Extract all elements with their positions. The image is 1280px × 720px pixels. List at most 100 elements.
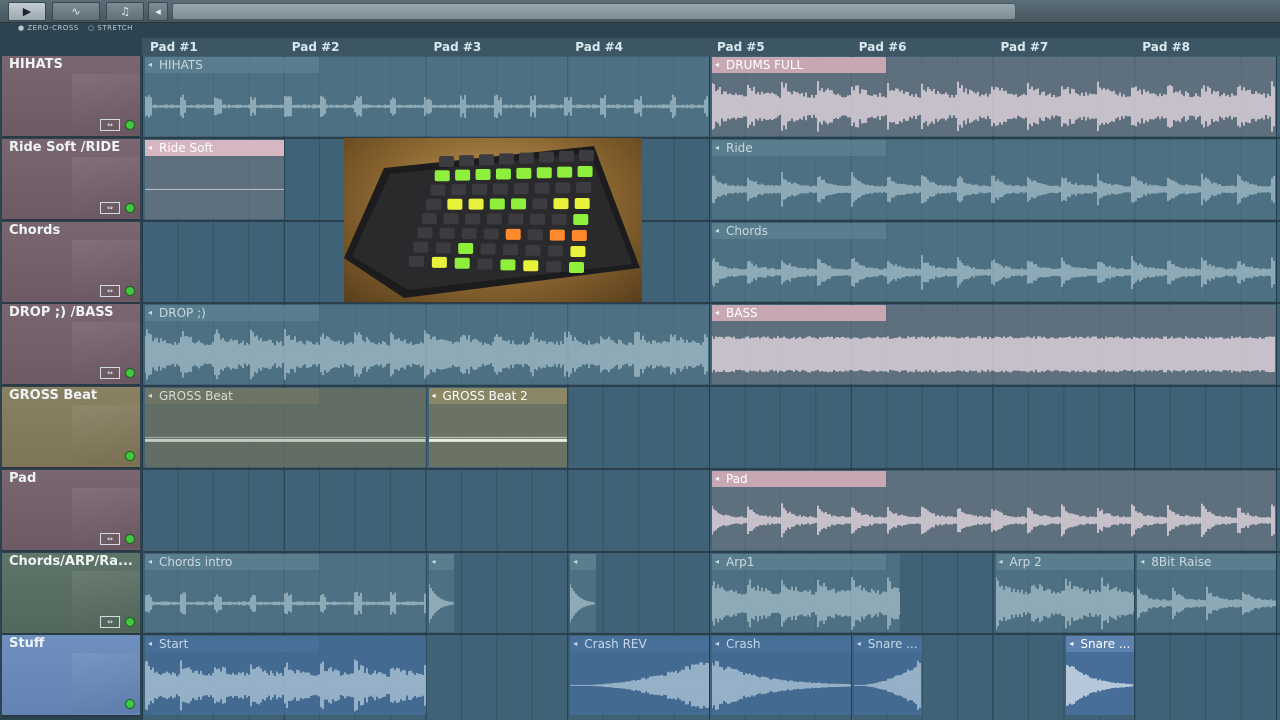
track-mute-led-icon[interactable]: [125, 202, 135, 213]
ruler-pad-4: Pad #4: [575, 40, 623, 54]
launchpad-pad: [571, 230, 587, 241]
scroll-left-button[interactable]: ◂: [148, 2, 168, 21]
track-mute-led-icon[interactable]: [125, 451, 135, 461]
clip-chords-intro[interactable]: Chords intro ◂: [145, 553, 426, 633]
clip-snare[interactable]: Snare ... ◂: [1066, 636, 1135, 715]
ruler-pad-5: Pad #5: [717, 40, 765, 54]
launchpad-pad: [519, 152, 534, 164]
clip-menu-icon[interactable]: ◂: [1069, 639, 1073, 648]
clip-waveform: [712, 254, 1275, 290]
track-header-arp[interactable]: Chords/ARP/Ra... ⇔: [2, 552, 140, 635]
track-header-drop[interactable]: DROP ;) /BASS ⇔: [2, 304, 140, 387]
lane-separator: [142, 467, 1280, 470]
clip-waveform: [428, 436, 568, 442]
timeline-ruler[interactable]: Pad #1 Pad #2 Pad #3 Pad #4 Pad #5 Pad #6 Pad …: [142, 38, 1280, 56]
clip-8bit-raise[interactable]: 8Bit Raise ◂: [1137, 553, 1276, 633]
clip-menu-icon[interactable]: ◂: [715, 143, 719, 152]
mixer-link-icon[interactable]: ⇔: [100, 119, 120, 131]
clip-crash-rev[interactable]: Crash REV ◂: [570, 636, 709, 715]
track-name: HIHATS: [9, 57, 63, 72]
mixer-link-icon[interactable]: ⇔: [100, 367, 120, 380]
ruler-pad-8: Pad #8: [1142, 40, 1190, 54]
clip-menu-icon[interactable]: ◂: [715, 226, 719, 235]
clip-menu-icon[interactable]: ◂: [432, 391, 436, 400]
mixer-link-icon[interactable]: ⇔: [100, 615, 120, 628]
zero-cross-toggle[interactable]: ● ZERO-CROSS: [18, 24, 79, 32]
clip-menu-icon[interactable]: ◂: [148, 60, 152, 69]
stretch-toggle[interactable]: ○ STRETCH: [88, 24, 133, 32]
launchpad-pad: [576, 182, 592, 193]
clip-arp1[interactable]: Arp1 ◂: [712, 553, 901, 633]
launchpad-pad: [574, 198, 590, 209]
clip-menu-icon[interactable]: ◂: [148, 143, 152, 152]
clip-menu-icon[interactable]: ◂: [573, 557, 577, 566]
track-header-stuff[interactable]: Stuff: [2, 635, 140, 718]
track-header-hihats[interactable]: HIHATS ⇔: [2, 56, 140, 138]
clip-waveform: [1137, 586, 1276, 620]
clip-menu-icon[interactable]: ◂: [715, 639, 719, 648]
clip-menu-icon[interactable]: ◂: [1140, 557, 1144, 566]
clip-menu-icon[interactable]: ◂: [432, 557, 436, 566]
launchpad-pad: [559, 150, 574, 162]
clip-menu-icon[interactable]: ◂: [148, 639, 152, 648]
track-mute-led-icon[interactable]: [125, 285, 135, 296]
clip-menu-icon[interactable]: ◂: [148, 308, 152, 317]
clip-arp-2[interactable]: Arp 2 ◂: [995, 553, 1135, 633]
mixer-link-icon[interactable]: ⇔: [100, 532, 120, 545]
automation-button[interactable]: ∿: [52, 2, 100, 21]
lane-separator: [142, 550, 1280, 553]
playlist-mode-icon: ▶: [22, 5, 32, 18]
clip-crash[interactable]: Crash ◂: [712, 636, 851, 715]
launchpad-pad: [459, 155, 474, 167]
clip-title: GROSS Beat: [145, 388, 319, 404]
clip-menu-icon[interactable]: ◂: [715, 308, 719, 317]
launchpad-pad: [523, 260, 539, 272]
clip-menu-icon[interactable]: ◂: [715, 557, 719, 566]
note-button[interactable]: ♫: [106, 2, 144, 21]
clip-hihats[interactable]: HIHATS ◂: [145, 57, 709, 136]
clip-ride-soft[interactable]: Ride Soft ◂: [145, 139, 284, 219]
clip-gross-beat[interactable]: GROSS Beat ◂: [145, 388, 426, 467]
clip-menu-icon[interactable]: ◂: [148, 391, 152, 400]
clip-menu-icon[interactable]: ◂: [999, 557, 1003, 566]
clip-menu-icon[interactable]: ◂: [857, 639, 861, 648]
playlist-grid[interactable]: HIHATS ◂ DRUMS FULL ◂ Ride Soft ◂ Ride ◂ Chords ◂…: [142, 56, 1280, 720]
launchpad-pad: [579, 150, 594, 161]
playlist-mode-button[interactable]: ▶: [8, 2, 46, 21]
clip-menu-icon[interactable]: ◂: [715, 474, 719, 483]
clip-title: Pad: [712, 470, 886, 487]
launchpad-pad: [508, 213, 524, 225]
clip-snare[interactable]: Snare ... ◂: [853, 636, 922, 715]
track-mute-led-icon[interactable]: [125, 120, 135, 130]
clip-menu-icon[interactable]: ◂: [715, 60, 719, 69]
ruler-pad-7: Pad #7: [1000, 40, 1049, 54]
clip-menu-icon[interactable]: ◂: [573, 639, 577, 648]
clip-bass[interactable]: BASS ◂: [712, 305, 1276, 384]
clip-start[interactable]: Start ◂: [145, 636, 426, 715]
horizontal-scrollbar[interactable]: [172, 3, 1016, 20]
clip-chords[interactable]: Chords ◂: [712, 222, 1276, 302]
clip-waveform: [145, 659, 426, 712]
mixer-link-icon[interactable]: ⇔: [100, 201, 120, 214]
clip-untitled[interactable]: ◂: [570, 553, 596, 633]
clip-ride[interactable]: Ride ◂: [712, 139, 1276, 219]
clip-title: HIHATS: [145, 57, 319, 73]
clip-waveform: [853, 661, 921, 711]
clip-title: Arp 2: [995, 553, 1135, 570]
track-mute-led-icon[interactable]: [125, 533, 135, 544]
ruler-pad-2: Pad #2: [291, 40, 340, 54]
track-header-pad[interactable]: Pad ⇔: [2, 469, 140, 552]
clip-gross-beat-2[interactable]: GROSS Beat 2 ◂: [428, 388, 568, 467]
clip-pad[interactable]: Pad ◂: [712, 470, 1276, 550]
track-header-ride[interactable]: Ride Soft /RIDE ⇔: [2, 138, 140, 221]
clip-drums-full[interactable]: DRUMS FULL ◂: [712, 57, 1276, 136]
clip-drop[interactable]: DROP ;) ◂: [145, 305, 709, 384]
launchpad-pad: [486, 213, 502, 225]
track-mute-led-icon[interactable]: [125, 616, 135, 627]
mixer-link-icon[interactable]: ⇔: [100, 284, 120, 297]
clip-waveform: [712, 81, 1275, 132]
clip-menu-icon[interactable]: ◂: [148, 557, 152, 566]
track-header-chords[interactable]: Chords ⇔: [2, 221, 140, 304]
track-header-gross[interactable]: GROSS Beat: [2, 387, 140, 469]
clip-untitled[interactable]: ◂: [428, 553, 454, 633]
